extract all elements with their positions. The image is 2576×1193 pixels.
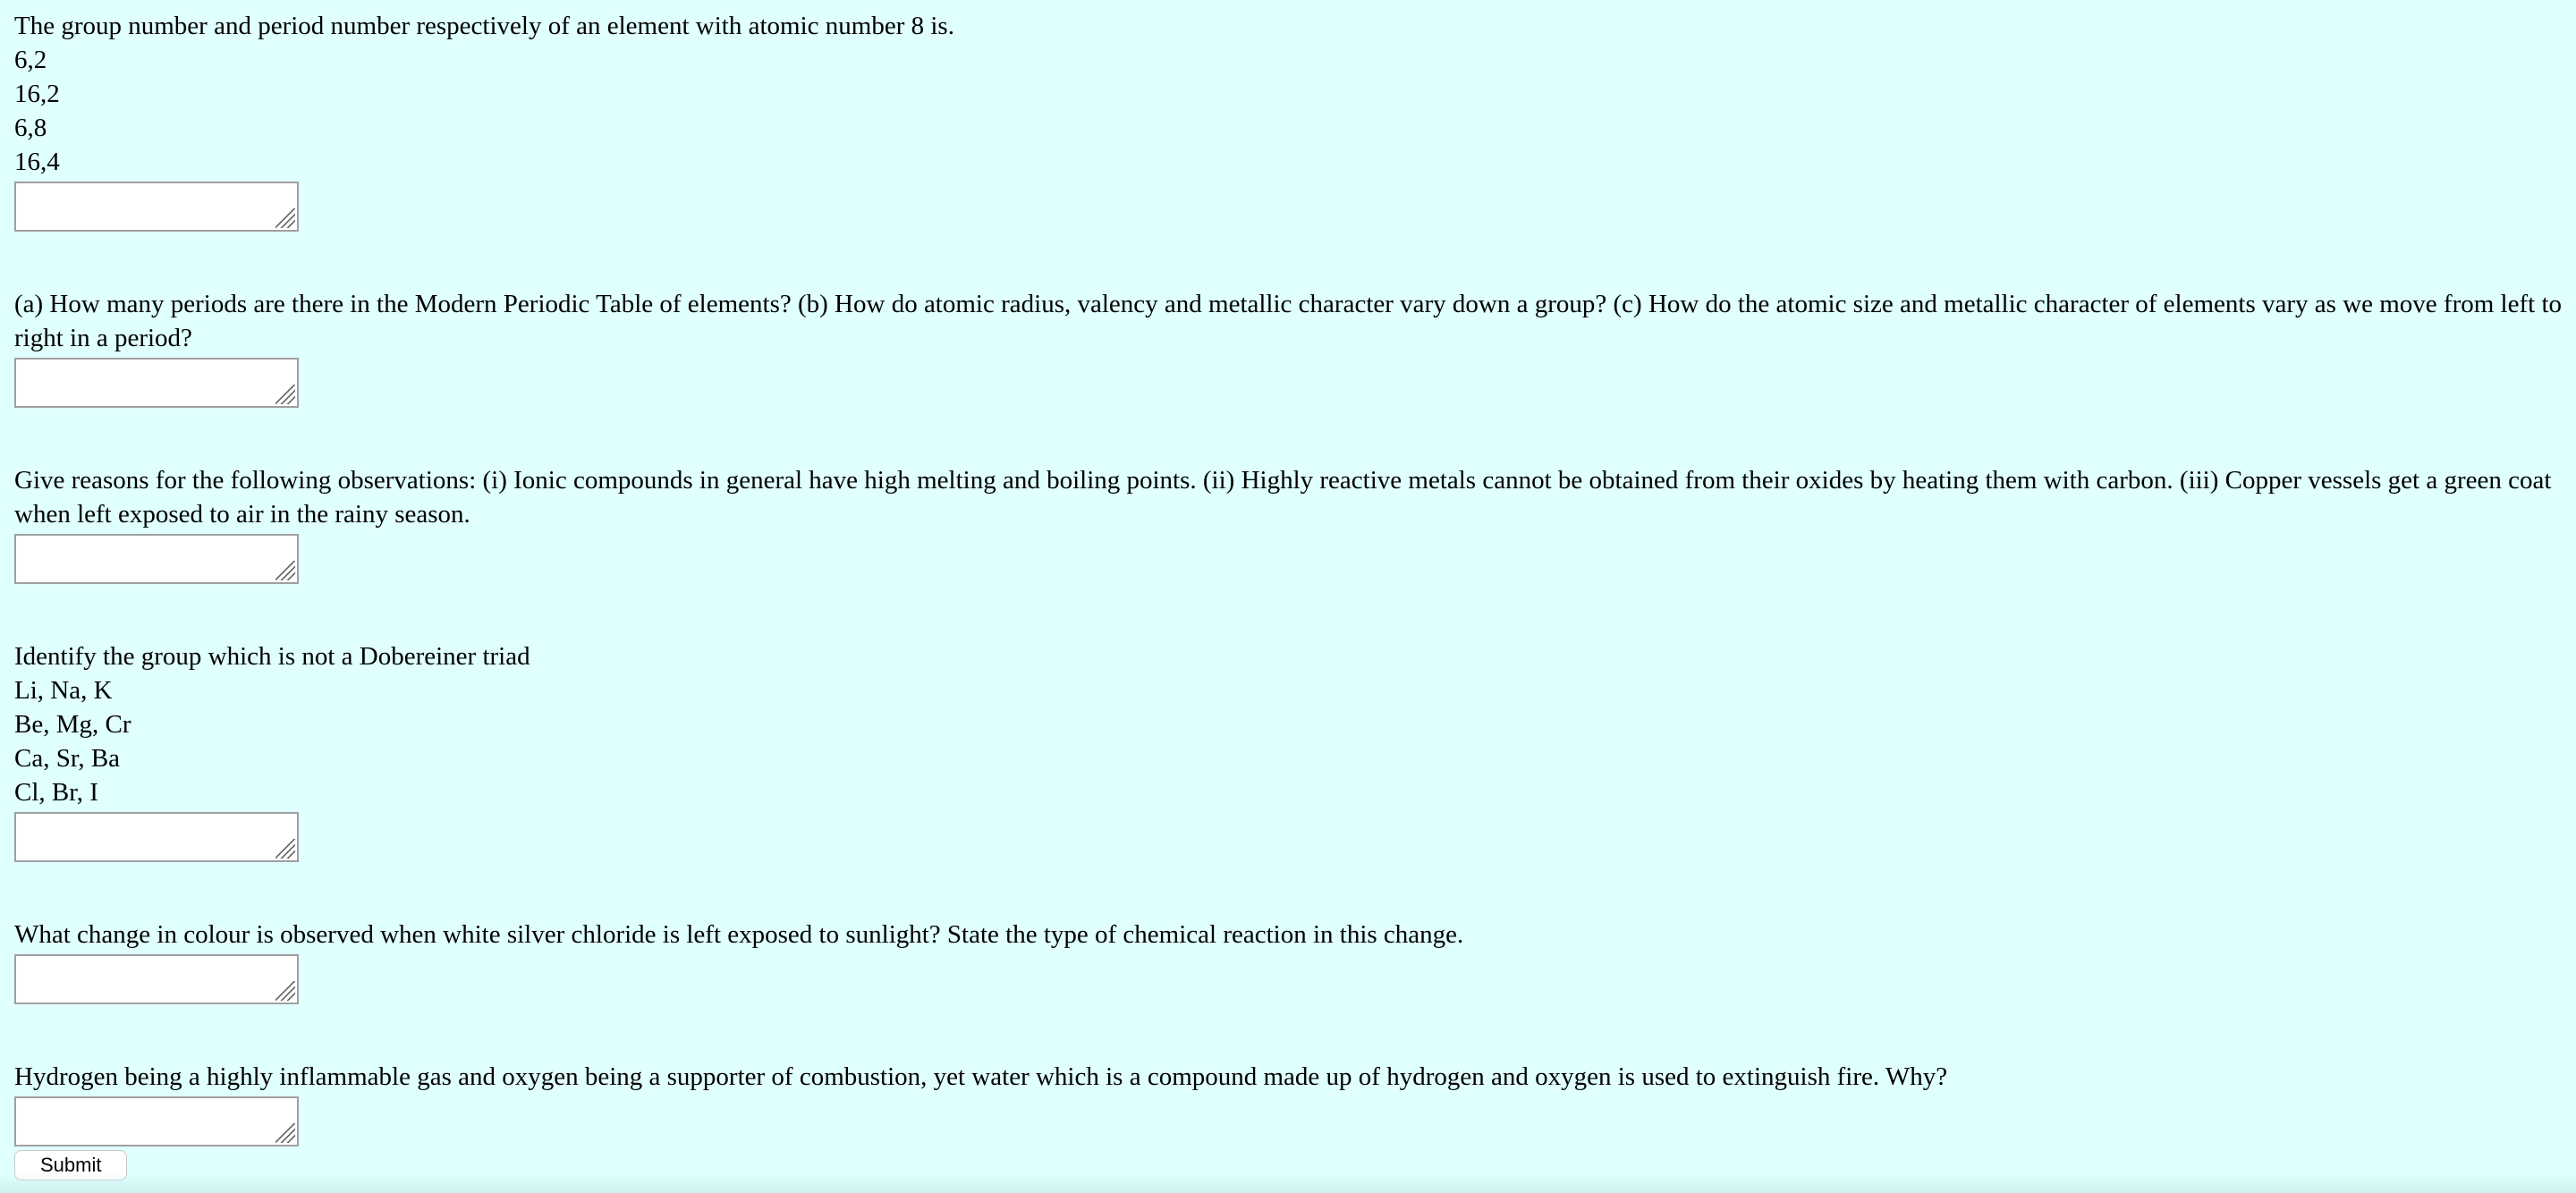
option-b: 16,2 <box>14 80 60 108</box>
resize-grip-icon[interactable] <box>275 839 295 859</box>
bottom-shade <box>0 1173 2576 1193</box>
answer-textarea-5[interactable] <box>14 954 299 1004</box>
question-text: Identify the group which is not a Dobere… <box>14 642 530 671</box>
option-a: 6,2 <box>14 46 47 74</box>
answer-textarea-1[interactable] <box>14 182 299 232</box>
resize-grip-icon[interactable] <box>275 981 295 1001</box>
option-d: Cl, Br, I <box>14 778 98 807</box>
answer-textarea-3[interactable] <box>14 534 299 584</box>
option-c: Ca, Sr, Ba <box>14 744 121 773</box>
question-1: The group number and period number respe… <box>14 9 2562 232</box>
question-text: Hydrogen being a highly inflammable gas … <box>14 1062 1948 1091</box>
question-2: (a) How many periods are there in the Mo… <box>14 287 2562 408</box>
quiz-page: The group number and period number respe… <box>0 0 2576 1193</box>
question-text: (a) How many periods are there in the Mo… <box>14 290 2563 352</box>
question-4: Identify the group which is not a Dobere… <box>14 639 2562 862</box>
question-text: Give reasons for the following observati… <box>14 466 2552 529</box>
option-b: Be, Mg, Cr <box>14 710 131 739</box>
question-6: Hydrogen being a highly inflammable gas … <box>14 1060 2562 1146</box>
answer-textarea-6[interactable] <box>14 1096 299 1146</box>
answer-textarea-4[interactable] <box>14 812 299 862</box>
resize-grip-icon[interactable] <box>275 561 295 580</box>
resize-grip-icon[interactable] <box>275 1123 295 1143</box>
answer-textarea-2[interactable] <box>14 358 299 408</box>
option-c: 6,8 <box>14 114 47 142</box>
question-3: Give reasons for the following observati… <box>14 463 2562 584</box>
question-text: What change in colour is observed when w… <box>14 920 1464 949</box>
question-text: The group number and period number respe… <box>14 12 954 40</box>
option-a: Li, Na, K <box>14 676 113 705</box>
resize-grip-icon[interactable] <box>275 385 295 404</box>
question-5: What change in colour is observed when w… <box>14 918 2562 1004</box>
option-d: 16,4 <box>14 148 60 176</box>
resize-grip-icon[interactable] <box>275 208 295 228</box>
